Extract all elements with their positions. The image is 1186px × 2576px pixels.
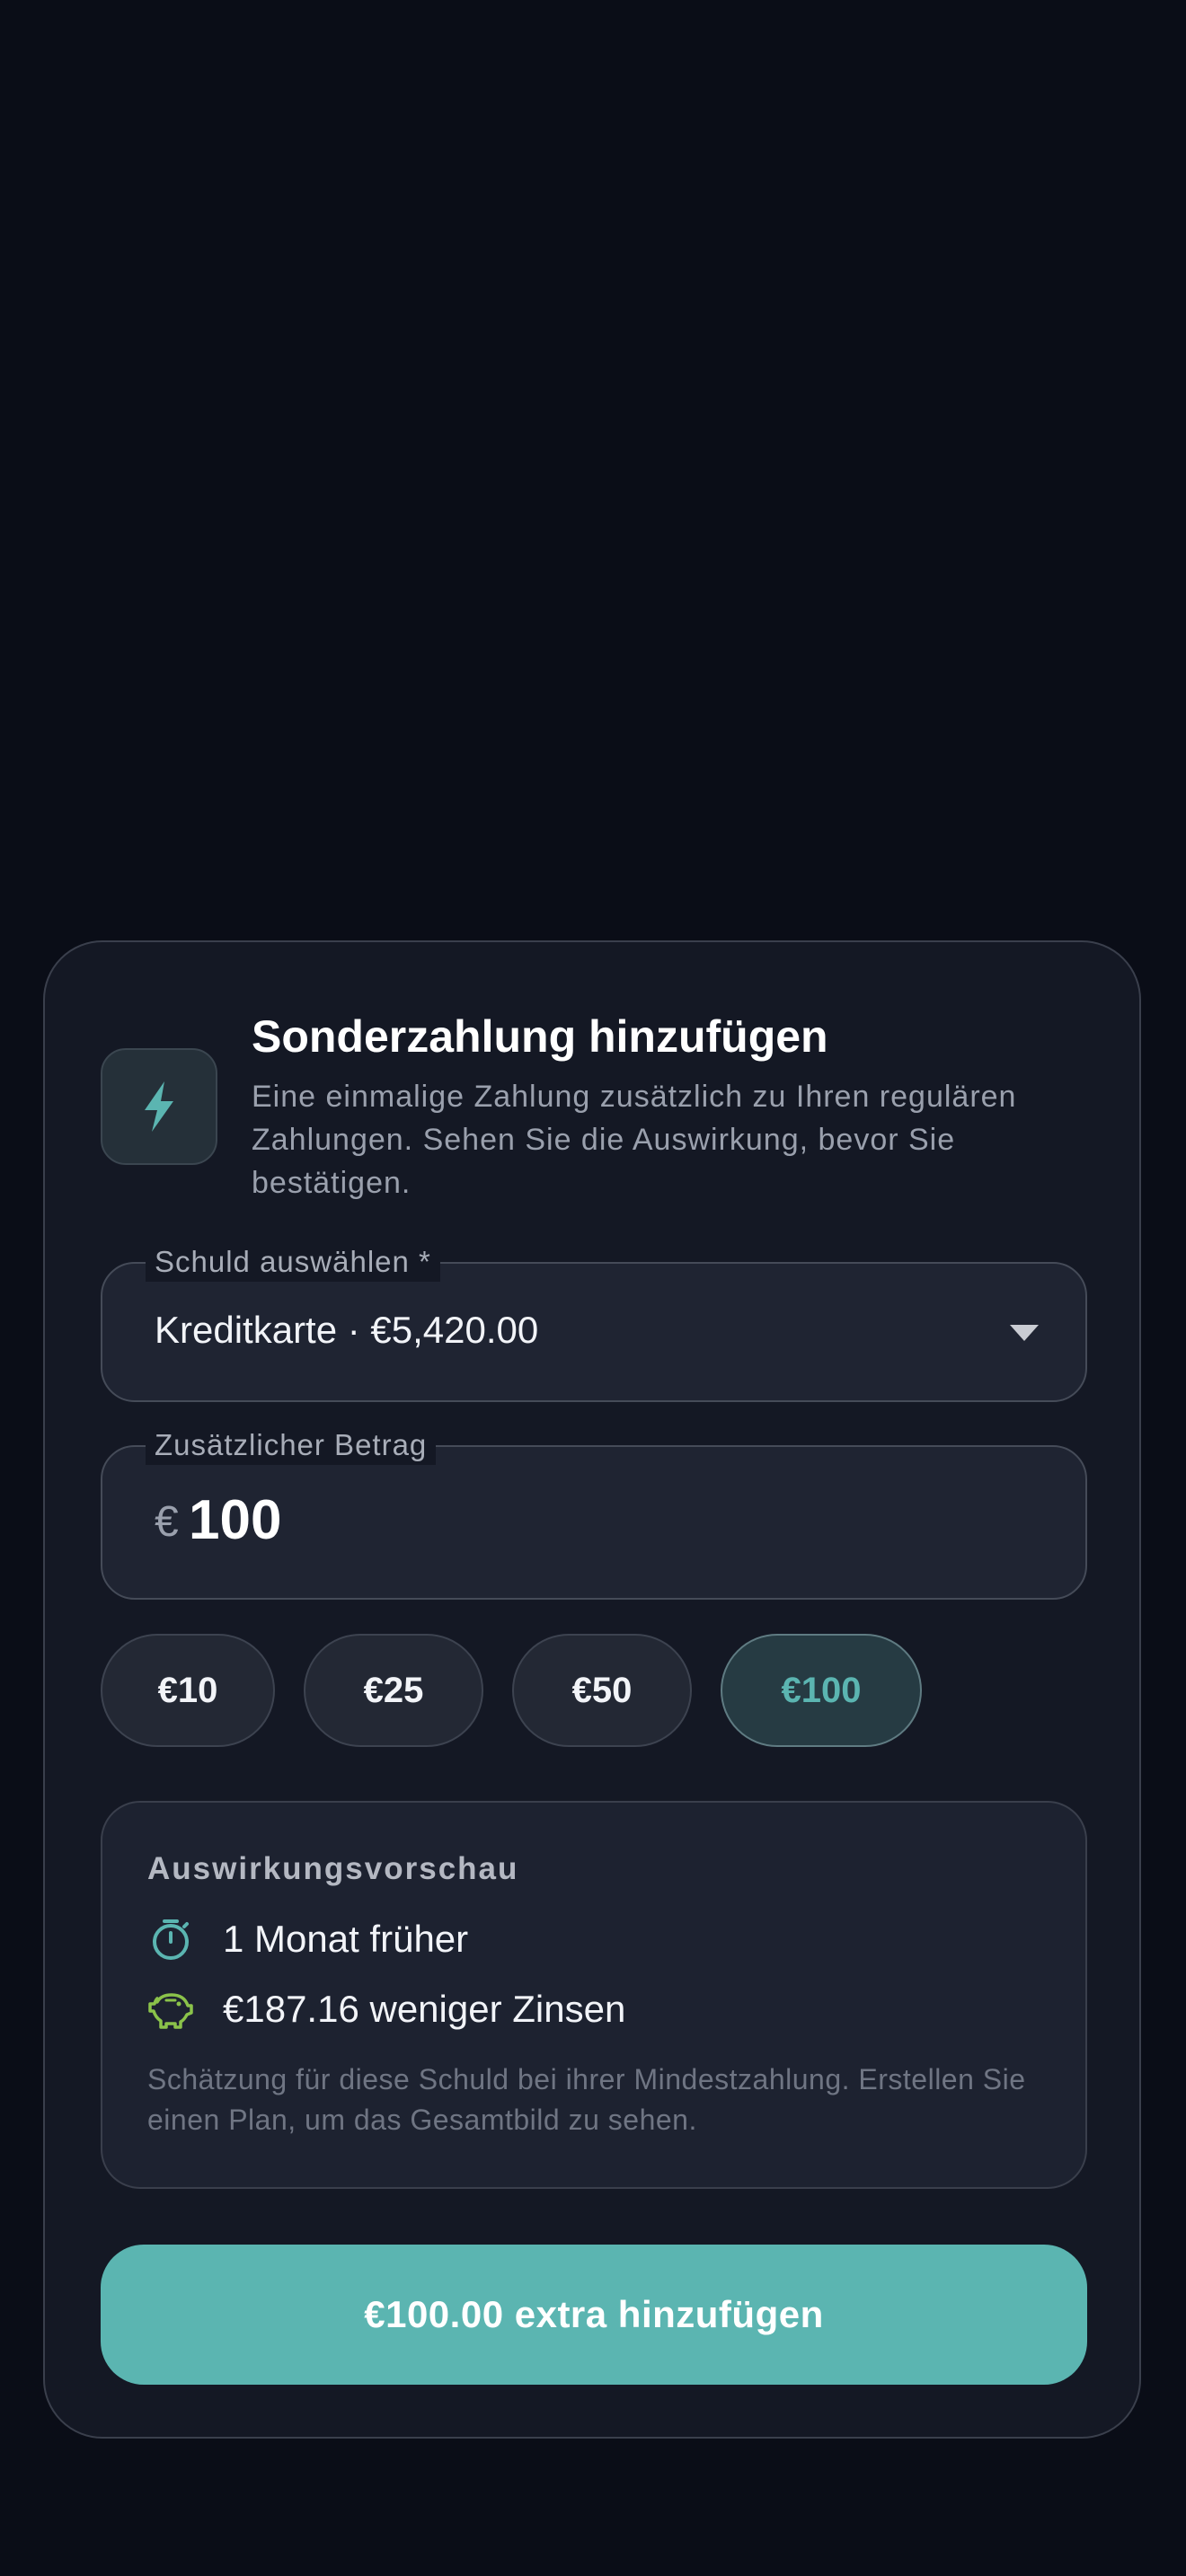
impact-months-earlier: 1 Monat früher xyxy=(223,1918,469,1960)
dialog-title: Sonderzahlung hinzufügen xyxy=(252,1011,828,1062)
debt-select-value: Kreditkarte · €5,420.00 xyxy=(155,1309,539,1351)
amount-value: 100 xyxy=(189,1489,282,1551)
lightning-bolt-icon xyxy=(145,1081,173,1132)
timer-icon xyxy=(147,1916,194,1963)
amount-input[interactable]: Zusätzlicher Betrag € 100 xyxy=(101,1425,1087,1600)
extra-payment-dialog: Sonderzahlung hinzufügen Eine einmalige … xyxy=(43,940,1141,2439)
dialog-icon-tile xyxy=(101,1048,217,1165)
impact-item: 1 Monat früher xyxy=(147,1914,468,1964)
piggy-bank-icon xyxy=(147,1986,194,2033)
debt-select[interactable]: Schuld auswählen * Kreditkarte · €5,420.… xyxy=(101,1242,1087,1402)
add-extra-payment-button[interactable]: €100.00 extra hinzufügen xyxy=(101,2245,1087,2385)
impact-item: €187.16 weniger Zinsen xyxy=(147,1984,625,2034)
amount-input-label: Zusätzlicher Betrag xyxy=(146,1425,437,1465)
impact-interest-saved: €187.16 weniger Zinsen xyxy=(223,1988,626,2030)
quick-amount-chip[interactable]: €10 xyxy=(101,1634,275,1747)
debt-select-label: Schuld auswählen * xyxy=(146,1242,440,1282)
dialog-description: Eine einmalige Zahlung zusätzlich zu Ihr… xyxy=(252,1080,1017,1200)
quick-amount-chip-selected[interactable]: €100 xyxy=(721,1634,922,1747)
impact-note: Schätzung für diese Schuld bei ihrer Min… xyxy=(147,2063,1026,2136)
quick-amount-chip[interactable]: €50 xyxy=(512,1634,692,1747)
chevron-down-icon xyxy=(1010,1325,1039,1341)
impact-preview-card: Auswirkungsvorschau 1 Monat früher €187.… xyxy=(101,1801,1087,2189)
impact-preview-title: Auswirkungsvorschau xyxy=(147,1851,519,1886)
amount-currency-symbol: € xyxy=(155,1498,179,1546)
quick-amount-chip[interactable]: €25 xyxy=(304,1634,483,1747)
